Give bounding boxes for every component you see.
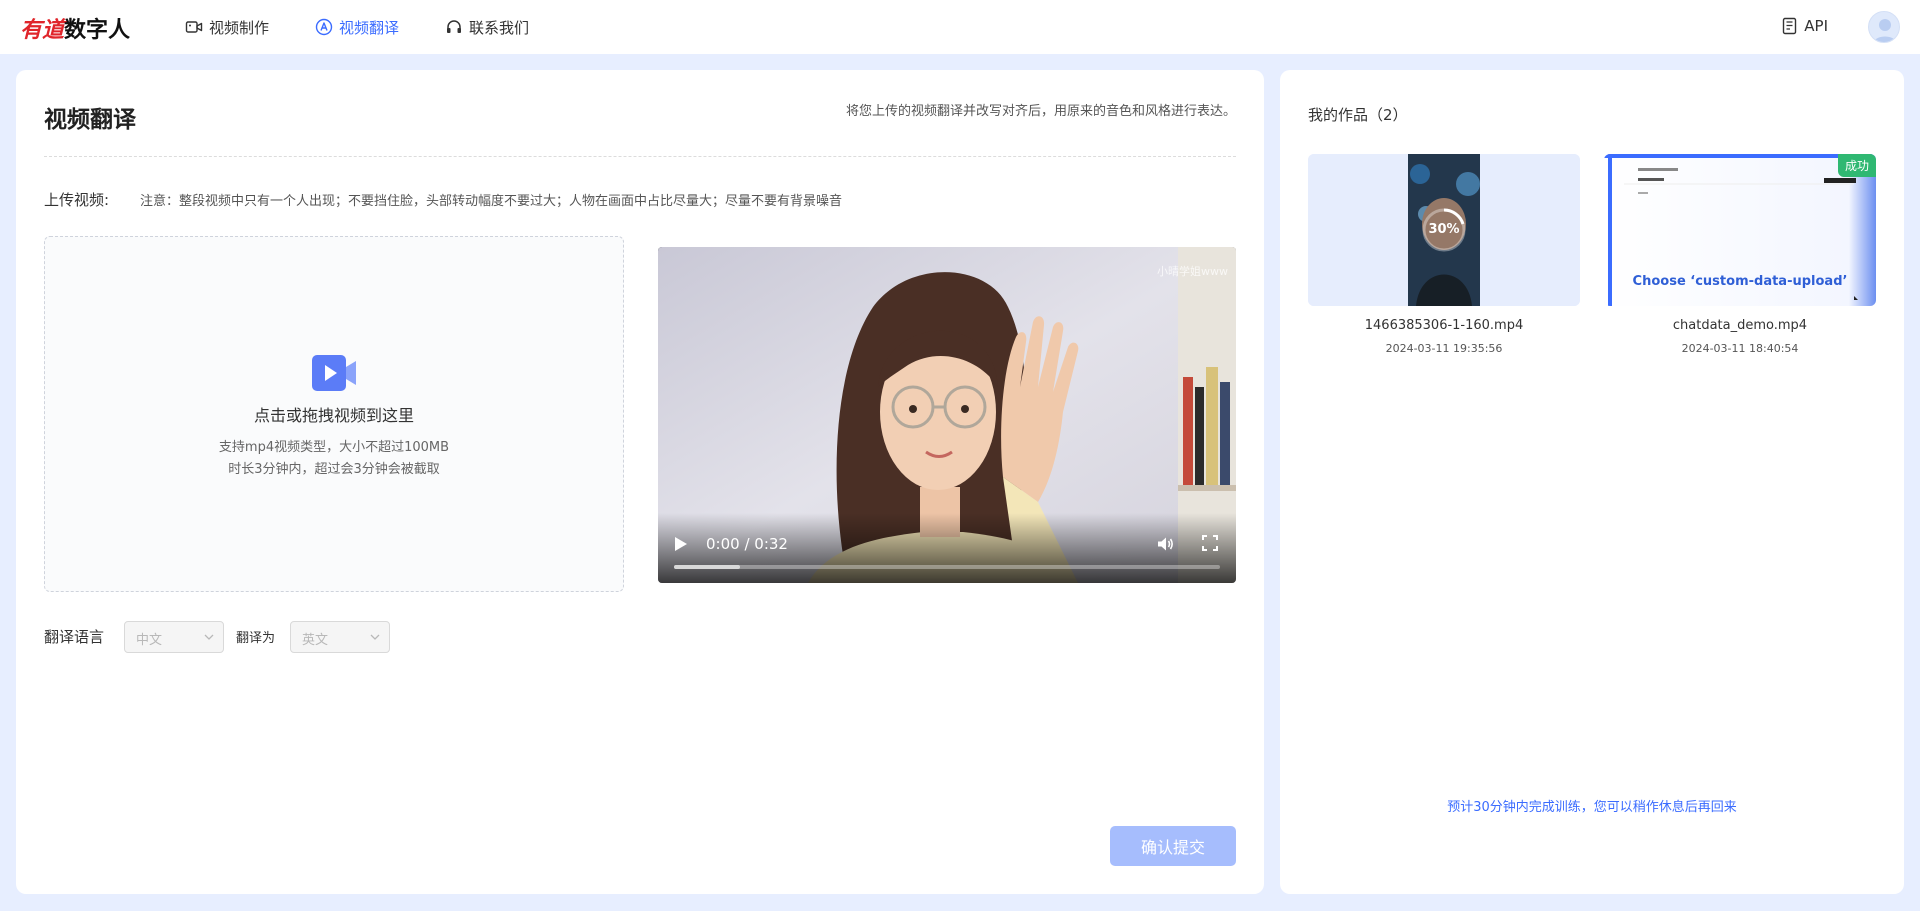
playback-time: 0:00 / 0:32 bbox=[706, 535, 788, 553]
chevron-down-icon bbox=[370, 634, 380, 640]
user-avatar[interactable] bbox=[1868, 11, 1900, 43]
work-item[interactable]: 30% 1466385306-1-160.mp4 2024-03-11 19:3… bbox=[1308, 154, 1580, 355]
video-progress-fill bbox=[674, 565, 740, 569]
work-thumbnail: 30% bbox=[1308, 154, 1580, 306]
divider bbox=[44, 156, 1236, 157]
translation-language-label: 翻译语言 bbox=[44, 628, 105, 646]
source-language-select[interactable]: 中文 bbox=[124, 621, 224, 653]
upload-label: 上传视频: bbox=[44, 191, 110, 209]
nav-label: 联系我们 bbox=[469, 18, 530, 37]
logo-brand: 有道 bbox=[20, 18, 65, 43]
dropzone-hint: 支持mp4视频类型，大小不超过100MB bbox=[218, 440, 450, 455]
logo[interactable]: 有道 数字人 bbox=[20, 12, 130, 44]
headset-icon bbox=[447, 20, 462, 33]
success-badge: 成功 bbox=[1837, 154, 1876, 177]
video-camera-icon bbox=[185, 21, 203, 33]
video-upload-dropzone[interactable]: 点击或拖拽视频到这里 支持mp4视频类型，大小不超过100MB 时长3分钟内，超… bbox=[44, 236, 624, 592]
dropzone-title: 点击或拖拽视频到这里 bbox=[253, 406, 414, 425]
my-works-title: 我的作品（2） bbox=[1308, 106, 1408, 124]
upload-note: 注意：整段视频中只有一个人出现；不要挡住脸，头部转动幅度不要过大；人物在画面中占… bbox=[140, 194, 843, 209]
nav-item-video-translation[interactable]: 视频翻译 bbox=[315, 17, 399, 38]
work-progress-text: 30% bbox=[1428, 222, 1460, 237]
video-player[interactable]: 小晴学姐www 0:00 / 0:32 bbox=[658, 247, 1236, 583]
main-nav: 视频制作 视频翻译 联系我们 bbox=[185, 0, 529, 54]
page-description: 将您上传的视频翻译并改写对齐后，用原来的音色和风格进行表达。 bbox=[845, 104, 1236, 119]
dropzone-hint: 时长3分钟内，超过会3分钟会被截取 bbox=[228, 462, 440, 477]
api-link[interactable]: API bbox=[1782, 17, 1828, 35]
training-eta-notice: 预计30分钟内完成训练，您可以稍作休息后再回来 bbox=[1447, 800, 1737, 815]
user-icon bbox=[1873, 19, 1897, 42]
nav-item-video-production[interactable]: 视频制作 bbox=[185, 17, 269, 38]
nav-label: 视频制作 bbox=[209, 18, 270, 37]
video-progress-bar[interactable] bbox=[674, 565, 1220, 569]
submit-button[interactable]: 确认提交 bbox=[1110, 826, 1236, 866]
page-title: 视频翻译 bbox=[44, 107, 136, 133]
video-watermark: 小晴学姐www bbox=[1157, 265, 1228, 278]
target-language-select[interactable]: 英文 bbox=[290, 621, 390, 653]
video-translation-panel: 视频翻译 将您上传的视频翻译并改写对齐后，用原来的音色和风格进行表达。 上传视频… bbox=[16, 70, 1264, 894]
play-icon[interactable] bbox=[674, 536, 688, 552]
work-date: 2024-03-11 18:40:54 bbox=[1681, 342, 1799, 355]
work-name: 1466385306-1-160.mp4 bbox=[1364, 318, 1524, 333]
work-name: chatdata_demo.mp4 bbox=[1672, 318, 1808, 333]
translate-to-label: 翻译为 bbox=[236, 631, 276, 646]
work-thumbnail: Choose ‘custom-data-upload’ 成功 bbox=[1604, 154, 1876, 306]
logo-product: 数字人 bbox=[64, 18, 131, 43]
volume-icon[interactable] bbox=[1156, 535, 1174, 553]
nav-item-contact-us[interactable]: 联系我们 bbox=[445, 17, 529, 38]
translate-icon bbox=[315, 18, 333, 36]
work-item[interactable]: Choose ‘custom-data-upload’ 成功 chatdata_… bbox=[1604, 154, 1876, 355]
target-language-value: 英文 bbox=[302, 633, 329, 648]
work-date: 2024-03-11 19:35:56 bbox=[1385, 342, 1503, 355]
document-icon bbox=[1783, 17, 1797, 35]
source-language-value: 中文 bbox=[136, 633, 163, 648]
top-navigation-bar: 有道 数字人 视频制作 视频翻译 联系我们 API bbox=[0, 0, 1920, 54]
work-overlay-text: Choose ‘custom-data-upload’ bbox=[1632, 274, 1848, 289]
nav-label: 视频翻译 bbox=[339, 18, 400, 37]
api-label: API bbox=[1804, 17, 1828, 35]
video-upload-icon bbox=[312, 355, 356, 391]
chevron-down-icon bbox=[204, 634, 214, 640]
fullscreen-icon[interactable] bbox=[1202, 535, 1218, 551]
my-works-panel: 我的作品（2） 30% 1466385306-1-160.mp4 2024-03… bbox=[1280, 70, 1904, 894]
player-controls: 0:00 / 0:32 bbox=[658, 513, 1236, 583]
